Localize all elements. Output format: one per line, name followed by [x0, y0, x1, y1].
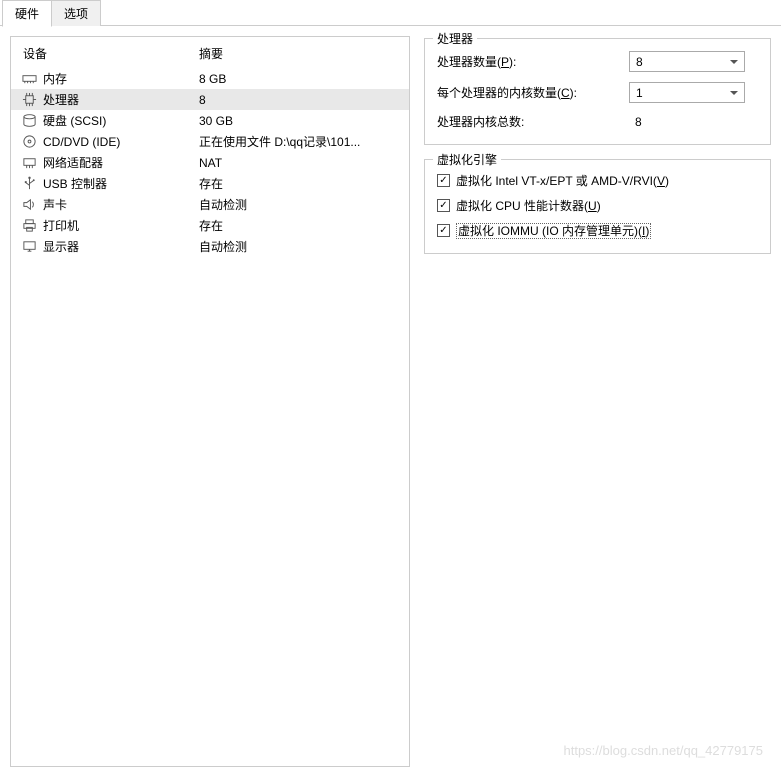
memory-icon — [21, 71, 37, 87]
processor-legend: 处理器 — [433, 30, 477, 47]
device-label: 声卡 — [43, 196, 199, 213]
device-summary: 8 GB — [199, 72, 409, 86]
processor-count-select[interactable]: 8 — [629, 51, 745, 72]
disk-icon — [21, 113, 37, 129]
sound-icon — [21, 197, 37, 213]
device-label: 显示器 — [43, 238, 199, 255]
cores-per-processor-select[interactable]: 1 — [629, 82, 745, 103]
hardware-row-usb[interactable]: USB 控制器 存在 — [11, 173, 409, 194]
total-cores-value: 8 — [629, 115, 642, 129]
content-area: 设备 摘要 内存 8 GB 处理器 8 硬盘 (SCSI) 30 GB — [0, 25, 781, 777]
cores-per-processor-value: 1 — [636, 86, 643, 100]
virt-vt-row: 虚拟化 Intel VT-x/EPT 或 AMD-V/RVI(V) — [437, 172, 758, 189]
virt-cpu-row: 虚拟化 CPU 性能计数器(U) — [437, 197, 758, 214]
device-summary: 自动检测 — [199, 238, 409, 255]
total-cores-row: 处理器内核总数: 8 — [437, 113, 758, 130]
virt-cpu-label[interactable]: 虚拟化 CPU 性能计数器(U) — [456, 197, 601, 214]
cores-per-processor-row: 每个处理器的内核数量(C): 1 — [437, 82, 758, 103]
usb-icon — [21, 176, 37, 192]
column-header-device: 设备 — [23, 45, 199, 62]
cores-per-processor-label: 每个处理器的内核数量(C): — [437, 84, 629, 101]
network-icon — [21, 155, 37, 171]
hardware-row-display[interactable]: 显示器 自动检测 — [11, 236, 409, 257]
tab-hardware[interactable]: 硬件 — [2, 0, 52, 27]
device-label: 硬盘 (SCSI) — [43, 112, 199, 129]
virtualization-legend: 虚拟化引擎 — [433, 151, 501, 168]
processor-count-row: 处理器数量(P): 8 — [437, 51, 758, 72]
device-summary: 存在 — [199, 175, 409, 192]
virt-iommu-checkbox[interactable] — [437, 224, 450, 237]
virt-iommu-row: 虚拟化 IOMMU (IO 内存管理单元)(I) — [437, 222, 758, 239]
details-panel: 处理器 处理器数量(P): 8 每个处理器的内核数量(C): 1 处理器内核总数… — [424, 36, 771, 767]
virt-vt-checkbox[interactable] — [437, 174, 450, 187]
processor-fieldset: 处理器 处理器数量(P): 8 每个处理器的内核数量(C): 1 处理器内核总数… — [424, 38, 771, 145]
device-summary: 正在使用文件 D:\qq记录\101... — [199, 133, 409, 150]
hardware-row-printer[interactable]: 打印机 存在 — [11, 215, 409, 236]
device-summary: 30 GB — [199, 114, 409, 128]
hardware-list-header: 设备 摘要 — [11, 41, 409, 68]
device-summary: 自动检测 — [199, 196, 409, 213]
hardware-row-processor[interactable]: 处理器 8 — [11, 89, 409, 110]
tab-bar: 硬件 选项 — [0, 0, 781, 26]
virtualization-fieldset: 虚拟化引擎 虚拟化 Intel VT-x/EPT 或 AMD-V/RVI(V) … — [424, 159, 771, 254]
printer-icon — [21, 218, 37, 234]
total-cores-label: 处理器内核总数: — [437, 113, 629, 130]
device-label: CD/DVD (IDE) — [43, 135, 199, 149]
display-icon — [21, 239, 37, 255]
device-label: USB 控制器 — [43, 175, 199, 192]
tab-options[interactable]: 选项 — [51, 0, 101, 26]
hardware-row-network[interactable]: 网络适配器 NAT — [11, 152, 409, 173]
virt-vt-label[interactable]: 虚拟化 Intel VT-x/EPT 或 AMD-V/RVI(V) — [456, 172, 669, 189]
device-summary: 8 — [199, 93, 409, 107]
device-summary: NAT — [199, 156, 409, 170]
hardware-row-cddvd[interactable]: CD/DVD (IDE) 正在使用文件 D:\qq记录\101... — [11, 131, 409, 152]
hardware-row-disk[interactable]: 硬盘 (SCSI) 30 GB — [11, 110, 409, 131]
virt-cpu-checkbox[interactable] — [437, 199, 450, 212]
device-label: 网络适配器 — [43, 154, 199, 171]
cpu-icon — [21, 92, 37, 108]
device-summary: 存在 — [199, 217, 409, 234]
processor-count-label: 处理器数量(P): — [437, 53, 629, 70]
device-label: 内存 — [43, 70, 199, 87]
processor-count-value: 8 — [636, 55, 643, 69]
hardware-row-sound[interactable]: 声卡 自动检测 — [11, 194, 409, 215]
hardware-row-memory[interactable]: 内存 8 GB — [11, 68, 409, 89]
hardware-list-panel: 设备 摘要 内存 8 GB 处理器 8 硬盘 (SCSI) 30 GB — [10, 36, 410, 767]
column-header-summary: 摘要 — [199, 45, 409, 62]
virt-iommu-label[interactable]: 虚拟化 IOMMU (IO 内存管理单元)(I) — [456, 222, 651, 239]
device-label: 打印机 — [43, 217, 199, 234]
device-label: 处理器 — [43, 91, 199, 108]
disc-icon — [21, 134, 37, 150]
